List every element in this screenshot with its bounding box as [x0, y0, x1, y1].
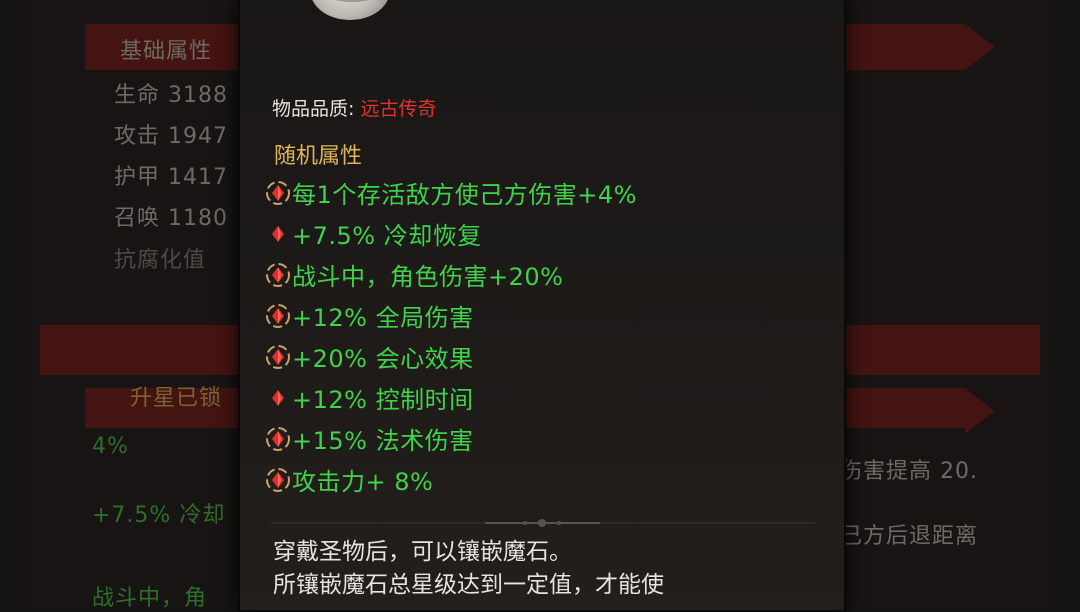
item-tooltip: 物品品质: 远古传奇 随机属性 每1个存活敌方使己方伤害+4% +7.5% 冷却…	[238, 0, 846, 610]
attribute-row: +12% 全局伤害	[264, 295, 637, 336]
attribute-list: 每1个存活敌方使己方伤害+4% +7.5% 冷却恢复 战斗中，角色伤害+20% …	[264, 172, 637, 500]
framed-red-gem-icon	[264, 466, 292, 494]
framed-red-gem-icon	[264, 343, 292, 371]
attribute-text: +7.5% 冷却恢复	[292, 222, 482, 250]
framed-red-gem-icon	[264, 179, 292, 207]
red-gem-icon	[264, 220, 292, 248]
description-line: 所镶嵌魔石总星级达到一定值，才能使	[273, 572, 664, 598]
ornamental-divider	[270, 519, 815, 527]
attribute-text: 每1个存活敌方使己方伤害+4%	[292, 181, 637, 209]
red-gem-icon	[264, 384, 292, 412]
attribute-text: 战斗中，角色伤害+20%	[292, 263, 564, 291]
bg-right-line-2: 己方后退距离	[840, 524, 979, 549]
bg-green-line-2: +7.5% 冷却	[92, 503, 226, 528]
background-right-column	[820, 0, 1050, 606]
item-quality-row: 物品品质: 远古传奇	[272, 94, 436, 121]
attribute-row: +12% 控制时间	[264, 377, 637, 418]
attribute-text: +12% 全局伤害	[292, 304, 474, 332]
stat-armor: 护甲 1417	[114, 165, 228, 190]
random-attributes-title: 随机属性	[274, 144, 363, 169]
attribute-row: +20% 会心效果	[264, 336, 637, 377]
attribute-row: +7.5% 冷却恢复	[264, 213, 637, 254]
attribute-text: 攻击力+ 8%	[292, 468, 434, 496]
framed-red-gem-icon	[264, 425, 292, 453]
attribute-text: +20% 会心效果	[292, 345, 474, 373]
base-stats-header: 基础属性	[120, 39, 213, 64]
bg-green-line-3: 战斗中，角	[92, 586, 208, 611]
stat-hp: 生命 3188	[114, 83, 228, 108]
attribute-row: +15% 法术伤害	[264, 418, 637, 459]
framed-red-gem-icon	[264, 261, 292, 289]
bg-right-line-1: 伤害提高 20.	[840, 459, 978, 484]
attribute-row: 战斗中，角色伤害+20%	[264, 254, 637, 295]
item-quality-label: 物品品质:	[272, 98, 355, 120]
bg-green-line-1: 4%	[92, 434, 129, 459]
description-line: 穿戴圣物后，可以镶嵌魔石。	[273, 539, 572, 565]
relic-item-icon	[310, 0, 390, 20]
attribute-text: +15% 法术伤害	[292, 427, 474, 455]
stat-attack: 攻击 1947	[114, 124, 228, 149]
attribute-text: +12% 控制时间	[292, 386, 474, 414]
stat-summon: 召唤 1180	[114, 206, 228, 231]
item-description: 穿戴圣物后，可以镶嵌魔石。 所镶嵌魔石总星级达到一定值，才能使	[273, 536, 833, 602]
attribute-row: 攻击力+ 8%	[264, 459, 637, 500]
stat-corruption-resist: 抗腐化值	[114, 248, 207, 273]
framed-red-gem-icon	[264, 302, 292, 330]
attribute-row: 每1个存活敌方使己方伤害+4%	[264, 172, 637, 213]
item-quality-value: 远古传奇	[360, 98, 437, 120]
star-header: 升星已锁	[130, 386, 223, 411]
